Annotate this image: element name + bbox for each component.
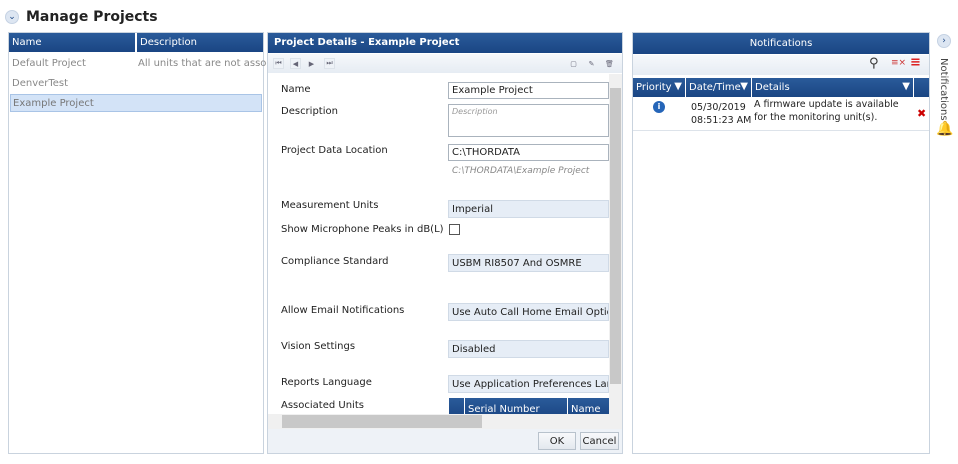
expand-chevron-icon[interactable]: › <box>937 34 951 48</box>
email-dropdown[interactable]: Use Auto Call Home Email Options <box>448 303 609 321</box>
project-description: All units that are not associat <box>138 58 285 69</box>
projects-grid: Name Description Default Project All uni… <box>8 32 285 454</box>
location-label: Project Data Location <box>281 145 388 156</box>
language-dropdown[interactable]: Use Application Preferences Languag <box>448 375 609 393</box>
previous-record-icon[interactable]: ◀ <box>290 58 301 69</box>
horizontal-scrollbar[interactable] <box>268 414 622 429</box>
project-name: Example Project <box>13 98 94 109</box>
filter-icon[interactable]: ▼ <box>740 81 748 92</box>
next-record-icon[interactable]: ▶ <box>306 58 317 69</box>
mic-peaks-label: Show Microphone Peaks in dB(L) <box>281 224 444 235</box>
column-header-name[interactable]: Name <box>9 33 135 52</box>
associated-units-label: Associated Units <box>281 400 364 411</box>
column-header-name[interactable]: Name <box>568 398 609 414</box>
notification-time: 08:51:23 AM <box>691 115 752 126</box>
first-record-icon[interactable]: ⏮ <box>273 58 284 69</box>
header-label: Date/Time <box>689 82 741 93</box>
cancel-button[interactable]: Cancel <box>580 432 619 450</box>
collapse-chevron-icon[interactable]: ⌄ <box>5 10 19 24</box>
scrollbar-thumb[interactable] <box>610 88 621 384</box>
column-header-details[interactable]: Details ▼ <box>752 78 913 97</box>
delete-icon[interactable]: 🗑 <box>604 58 615 69</box>
notifications-panel: Notifications ⚲ ≡× ≡ Priority ▼ Date/Time… <box>632 32 930 454</box>
notification-date: 05/30/2019 <box>691 102 746 113</box>
table-row-selected[interactable]: Example Project <box>10 94 262 112</box>
last-record-icon[interactable]: ⏭ <box>324 58 335 69</box>
notification-details: A firmware update is available for the m… <box>754 99 899 123</box>
column-header-actions <box>914 78 929 97</box>
edit-icon[interactable]: ✎ <box>586 58 597 69</box>
details-toolbar: ⏮ ◀ ▶ ⏭ ▢ ✎ 🗑 <box>268 54 622 73</box>
vision-dropdown[interactable]: Disabled <box>448 340 609 358</box>
notifications-toolbar: ⚲ ≡× ≡ <box>633 55 929 75</box>
compliance-dropdown[interactable]: USBM RI8507 And OSMRE <box>448 254 609 272</box>
notification-datetime: 05/30/2019 08:51:23 AM <box>691 101 751 127</box>
project-name: Default Project <box>12 58 86 69</box>
page-title: Manage Projects <box>26 9 158 25</box>
assoc-select-column <box>449 398 464 414</box>
name-input[interactable]: Example Project <box>448 82 609 99</box>
language-label: Reports Language <box>281 377 372 388</box>
location-input[interactable]: C:\THORDATA <box>448 144 609 161</box>
filter-icon[interactable]: ▼ <box>902 81 910 92</box>
notifications-sidebar-tab[interactable]: Notifications <box>938 58 949 121</box>
header-label: Details <box>755 82 790 93</box>
notification-row[interactable]: i 05/30/2019 08:51:23 AM A firmware updat… <box>633 97 929 131</box>
details-title: Project Details - Example Project <box>268 33 622 53</box>
search-icon[interactable]: ⚲ <box>869 56 879 71</box>
units-dropdown[interactable]: Imperial <box>448 200 609 218</box>
email-label: Allow Email Notifications <box>281 305 405 316</box>
table-row[interactable]: DenverTest <box>9 74 263 94</box>
filter-icon[interactable]: ▼ <box>674 81 682 92</box>
project-details-panel: Project Details - Example Project ⏮ ◀ ▶ … <box>267 32 623 454</box>
vision-label: Vision Settings <box>281 341 356 352</box>
name-label: Name <box>281 84 311 95</box>
column-header-priority[interactable]: Priority ▼ <box>633 78 685 97</box>
units-label: Measurement Units <box>281 200 379 211</box>
description-label: Description <box>281 106 338 117</box>
vertical-scrollbar[interactable] <box>609 74 622 414</box>
info-icon: i <box>653 101 665 113</box>
description-input[interactable]: Description <box>448 104 609 137</box>
details-footer: OK Cancel <box>268 429 622 453</box>
clear-filter-icon[interactable]: ≡× <box>891 58 906 68</box>
mic-peaks-checkbox[interactable] <box>449 224 460 235</box>
column-header-description[interactable]: Description <box>137 33 263 52</box>
column-header-serial[interactable]: Serial Number <box>465 398 567 414</box>
ok-button[interactable]: OK <box>538 432 576 450</box>
clear-all-icon[interactable]: ≡ <box>910 55 921 70</box>
compliance-label: Compliance Standard <box>281 256 389 267</box>
bell-icon[interactable]: 🔔 <box>936 121 953 137</box>
column-header-datetime[interactable]: Date/Time ▼ <box>686 78 751 97</box>
new-icon[interactable]: ▢ <box>568 58 579 69</box>
table-row[interactable]: Default Project All units that are not a… <box>9 54 285 74</box>
project-name: DenverTest <box>12 78 69 89</box>
scrollbar-thumb[interactable] <box>282 415 482 428</box>
details-form: Name Example Project Description Descrip… <box>268 74 609 414</box>
header-label: Priority <box>636 82 672 93</box>
location-path: C:\THORDATA\Example Project <box>452 166 590 176</box>
notifications-title: Notifications <box>633 33 929 54</box>
dismiss-icon[interactable]: ✖ <box>917 107 926 120</box>
